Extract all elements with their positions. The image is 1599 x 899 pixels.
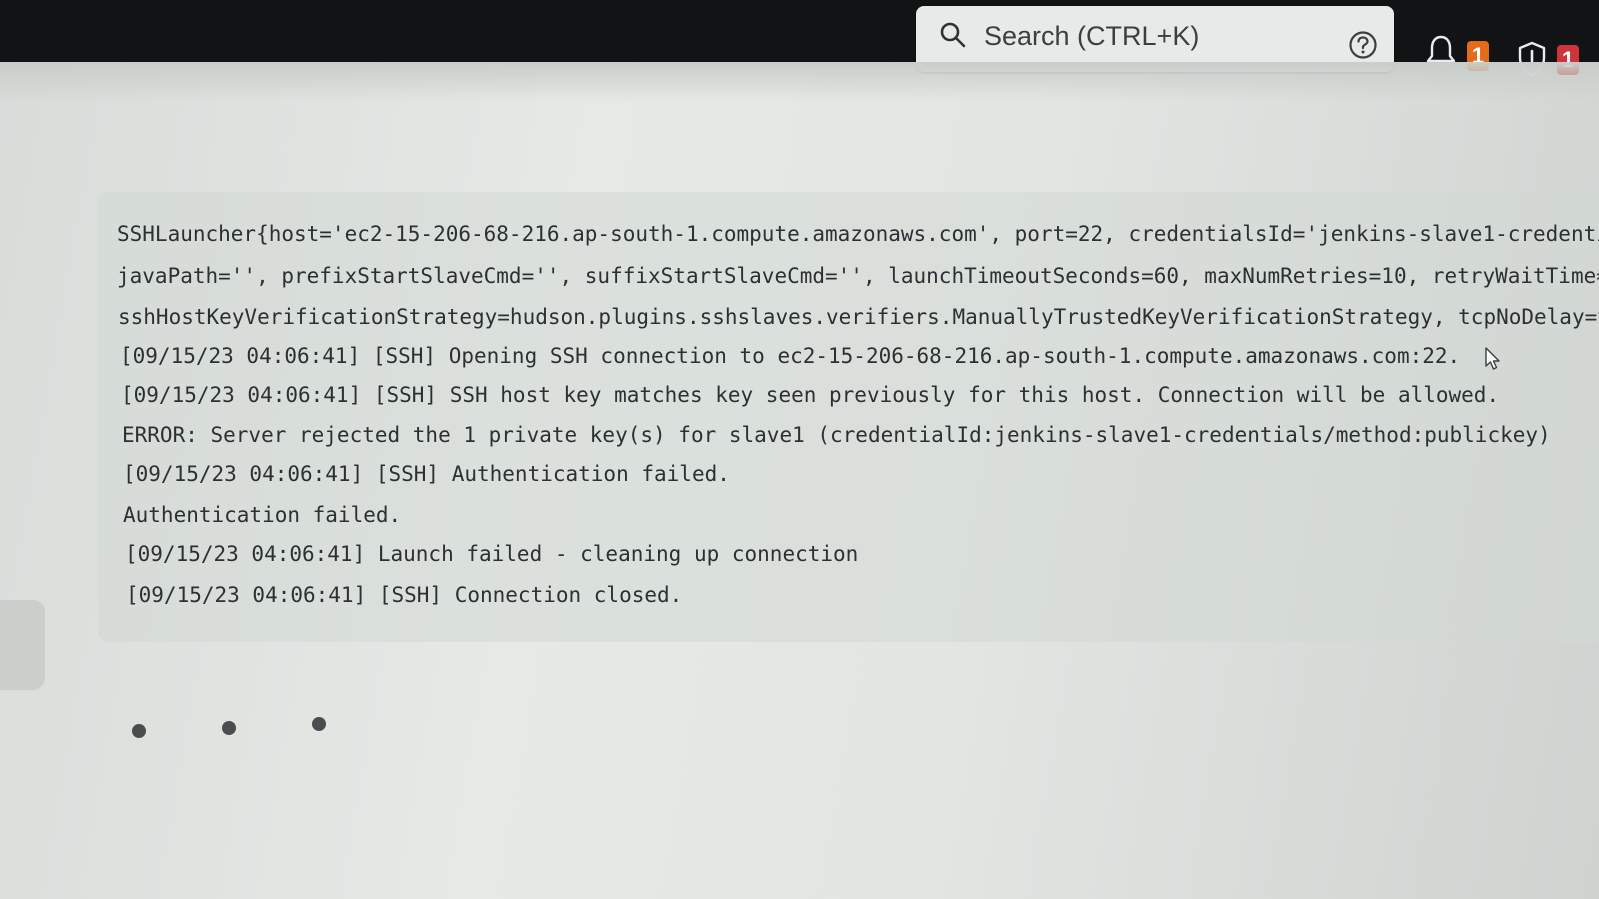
loading-dot bbox=[312, 717, 326, 731]
console-line: sshHostKeyVerificationStrategy=hudson.pl… bbox=[118, 305, 1599, 329]
console-line: SSHLauncher{host='ec2-15-206-68-216.ap-s… bbox=[117, 222, 1599, 246]
console-output-panel bbox=[98, 192, 1599, 642]
top-navigation-bar: Search (CTRL+K) 1 1 bbox=[0, 0, 1599, 77]
console-line: [09/15/23 04:06:41] [SSH] Authentication… bbox=[123, 462, 730, 486]
header-shadow bbox=[0, 62, 1599, 102]
search-icon bbox=[940, 22, 966, 48]
question-circle-icon[interactable] bbox=[1348, 30, 1378, 60]
console-line: [09/15/23 04:06:41] [SSH] Connection clo… bbox=[126, 583, 683, 607]
console-error-line: ERROR: Server rejected the 1 private key… bbox=[122, 423, 1551, 447]
side-panel-edge bbox=[0, 600, 45, 690]
mouse-cursor-icon bbox=[1485, 347, 1500, 370]
console-line: [09/15/23 04:06:41] Launch failed - clea… bbox=[125, 542, 859, 566]
console-line: Authentication failed. bbox=[123, 503, 402, 527]
console-line: [09/15/23 04:06:41] [SSH] Opening SSH co… bbox=[120, 344, 1461, 368]
loading-indicator bbox=[132, 716, 332, 738]
loading-dot bbox=[132, 724, 146, 738]
loading-dot bbox=[222, 721, 236, 735]
search-input[interactable]: Search (CTRL+K) bbox=[984, 21, 1199, 52]
console-line: [09/15/23 04:06:41] [SSH] SSH host key m… bbox=[121, 383, 1500, 407]
console-line: javaPath='', prefixStartSlaveCmd='', suf… bbox=[117, 264, 1599, 288]
